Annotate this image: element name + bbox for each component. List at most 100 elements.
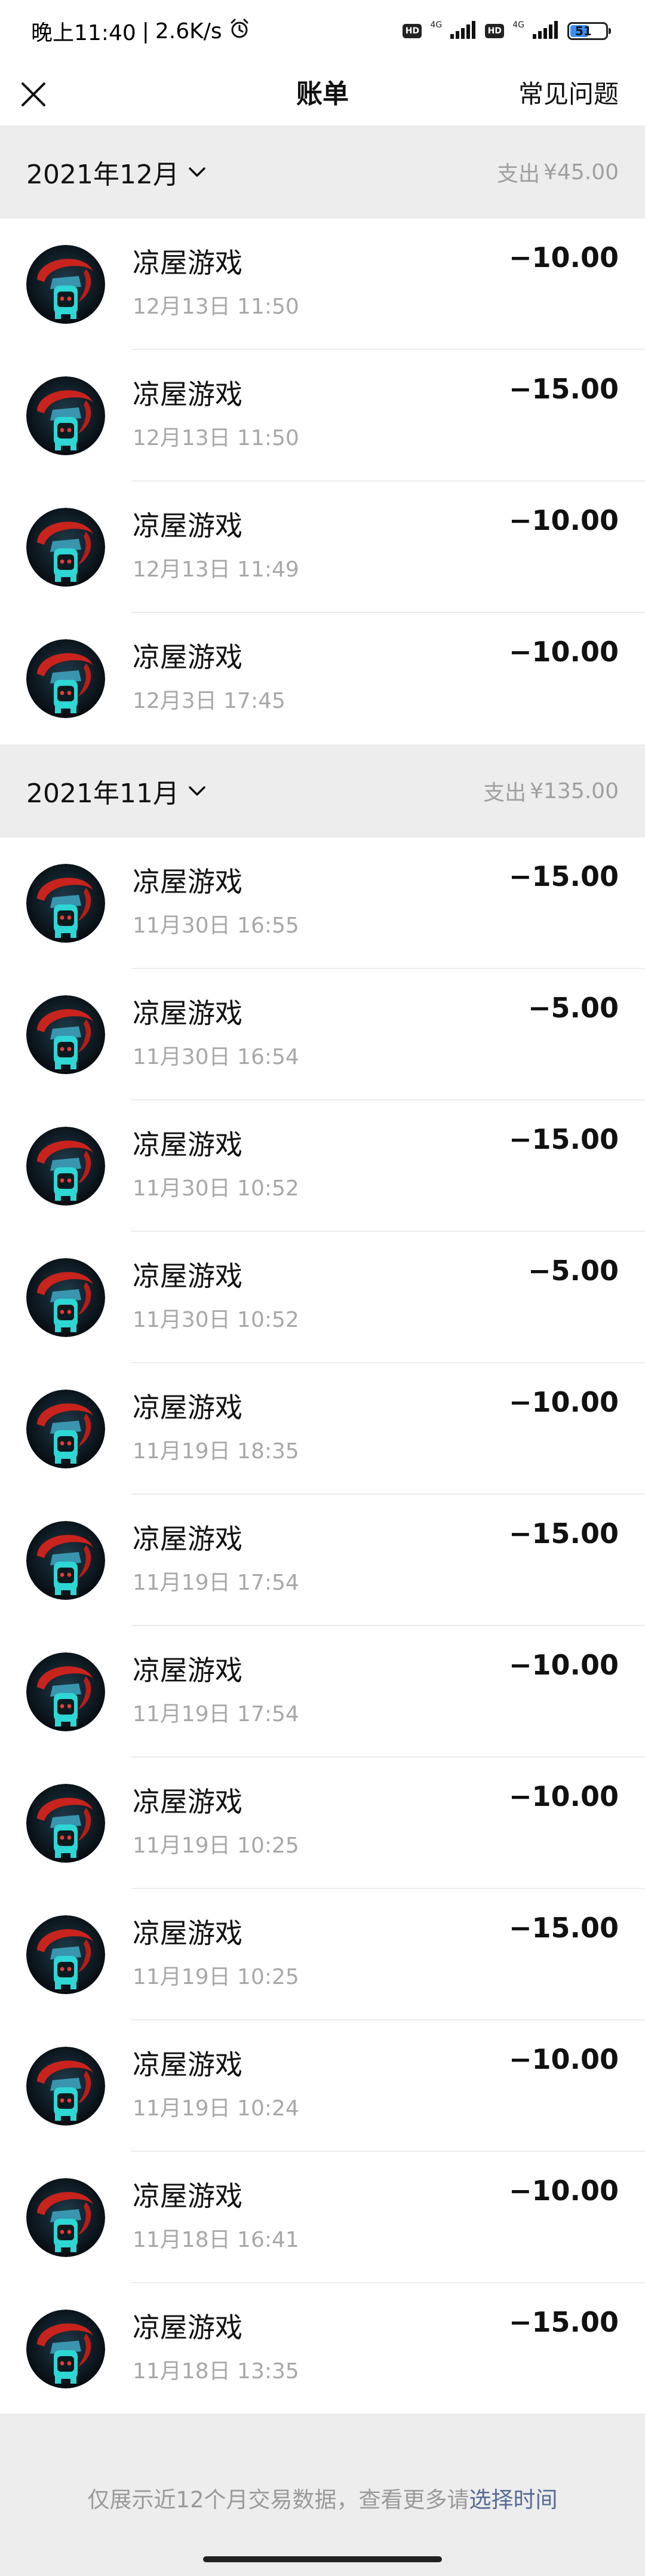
month-selector[interactable]: 2021年12月 xyxy=(26,125,207,219)
transaction-title: 凉屋游戏 xyxy=(133,641,242,673)
merchant-avatar-icon xyxy=(26,1258,105,1337)
transaction-row[interactable]: 凉屋游戏 11月19日 18:35 −10.00 xyxy=(0,1363,645,1495)
transaction-amount: −15.00 xyxy=(508,1123,619,1155)
transaction-time: 11月18日 16:41 xyxy=(133,2228,299,2252)
battery-level: 51 xyxy=(575,24,592,38)
month-selector[interactable]: 2021年11月 xyxy=(26,744,207,838)
status-left: 晚上11:40 | 2.6K/s xyxy=(31,13,251,49)
transaction-time: 11月19日 17:54 xyxy=(133,1571,299,1595)
hd-badge-2: HD xyxy=(485,24,505,38)
merchant-avatar-icon xyxy=(26,508,105,587)
footer-note: 仅展示近12个月交易数据，查看更多请选择时间 xyxy=(0,2482,645,2514)
transaction-time: 11月18日 13:35 xyxy=(133,2359,299,2384)
transaction-row[interactable]: 凉屋游戏 12月13日 11:50 −10.00 xyxy=(0,219,645,350)
network-speed: 2.6K/s xyxy=(155,19,222,44)
month-total-amount: ¥45.00 xyxy=(543,160,619,185)
merchant-avatar-icon xyxy=(26,1127,105,1206)
transaction-time: 11月30日 16:54 xyxy=(133,1045,299,1069)
transaction-amount: −15.00 xyxy=(508,373,619,405)
transaction-title: 凉屋游戏 xyxy=(133,1523,242,1555)
merchant-avatar-icon xyxy=(26,2178,105,2257)
transaction-time: 11月19日 10:25 xyxy=(133,1965,299,1989)
month-total-prefix: 支出 xyxy=(497,162,540,186)
transaction-amount: −10.00 xyxy=(508,1386,619,1418)
transaction-time: 12月13日 11:50 xyxy=(133,426,299,450)
merchant-avatar-icon xyxy=(26,245,105,324)
transaction-amount: −15.00 xyxy=(508,1912,619,1944)
transaction-row[interactable]: 凉屋游戏 11月19日 10:25 −15.00 xyxy=(0,1889,645,2020)
transaction-amount: −10.00 xyxy=(508,241,619,274)
transaction-title: 凉屋游戏 xyxy=(133,1917,242,1949)
footer-note-text: 仅展示近12个月交易数据，查看更多请 xyxy=(87,2487,469,2513)
transaction-title: 凉屋游戏 xyxy=(133,378,242,410)
signal-icon xyxy=(450,21,477,41)
transaction-time: 11月19日 18:35 xyxy=(133,1439,299,1464)
transaction-amount: −15.00 xyxy=(508,2306,619,2338)
transaction-row[interactable]: 凉屋游戏 12月13日 11:50 −15.00 xyxy=(0,350,645,482)
month-label: 2021年12月 xyxy=(26,160,179,190)
transaction-amount: −15.00 xyxy=(508,1517,619,1550)
transaction-row[interactable]: 凉屋游戏 11月30日 10:52 −15.00 xyxy=(0,1100,645,1232)
transaction-time: 11月19日 17:54 xyxy=(133,1702,299,1726)
transaction-row[interactable]: 凉屋游戏 11月18日 16:41 −10.00 xyxy=(0,2152,645,2283)
transaction-amount: −10.00 xyxy=(508,2175,619,2207)
transaction-row[interactable]: 凉屋游戏 11月19日 10:24 −10.00 xyxy=(0,2020,645,2152)
status-time: 晚上11:40 xyxy=(31,21,136,45)
transaction-amount: −5.00 xyxy=(527,992,619,1024)
transaction-time: 12月3日 17:45 xyxy=(133,689,285,713)
transaction-title: 凉屋游戏 xyxy=(133,1260,242,1292)
network-type-2: 4G xyxy=(512,20,524,30)
month-total: 支出 ¥45.00 xyxy=(497,125,619,219)
merchant-avatar-icon xyxy=(26,1390,105,1468)
merchant-avatar-icon xyxy=(26,2047,105,2126)
transaction-amount: −5.00 xyxy=(527,1255,619,1287)
transaction-row[interactable]: 凉屋游戏 11月30日 10:52 −5.00 xyxy=(0,1232,645,1363)
network-type: 4G xyxy=(430,20,443,30)
transaction-row[interactable]: 凉屋游戏 11月30日 16:54 −5.00 xyxy=(0,969,645,1100)
transaction-row[interactable]: 凉屋游戏 11月19日 10:25 −10.00 xyxy=(0,1758,645,1889)
home-indicator[interactable] xyxy=(203,2556,442,2562)
month-label: 2021年11月 xyxy=(26,778,179,809)
transaction-time: 12月13日 11:50 xyxy=(133,295,299,319)
transaction-amount: −10.00 xyxy=(508,1780,619,1813)
transaction-row[interactable]: 凉屋游戏 12月13日 11:49 −10.00 xyxy=(0,482,645,613)
transaction-time: 11月30日 10:52 xyxy=(133,1176,299,1201)
merchant-avatar-icon xyxy=(26,2310,105,2388)
transaction-time: 11月19日 10:24 xyxy=(133,2096,299,2121)
merchant-avatar-icon xyxy=(26,1652,105,1731)
transaction-title: 凉屋游戏 xyxy=(133,1786,242,1818)
chevron-down-icon xyxy=(189,786,205,796)
chevron-down-icon xyxy=(189,167,205,177)
alarm-icon xyxy=(228,17,251,45)
month-total: 支出 ¥135.00 xyxy=(483,744,619,838)
transaction-title: 凉屋游戏 xyxy=(133,247,242,279)
transaction-amount: −15.00 xyxy=(508,860,619,893)
merchant-avatar-icon xyxy=(26,1915,105,1994)
merchant-avatar-icon xyxy=(26,639,105,718)
signal-icon-2 xyxy=(533,21,559,41)
transaction-title: 凉屋游戏 xyxy=(133,2180,242,2212)
faq-button[interactable]: 常见问题 xyxy=(518,63,619,125)
transaction-amount: −10.00 xyxy=(508,2043,619,2075)
merchant-avatar-icon xyxy=(26,1521,105,1600)
transaction-row[interactable]: 凉屋游戏 11月18日 13:35 −15.00 xyxy=(0,2283,645,2415)
transaction-title: 凉屋游戏 xyxy=(133,997,242,1029)
transaction-amount: −10.00 xyxy=(508,636,619,668)
transaction-row[interactable]: 凉屋游戏 11月30日 16:55 −15.00 xyxy=(0,838,645,969)
transaction-row[interactable]: 凉屋游戏 12月3日 17:45 −10.00 xyxy=(0,613,645,744)
transaction-row[interactable]: 凉屋游戏 11月19日 17:54 −10.00 xyxy=(0,1626,645,1758)
transaction-title: 凉屋游戏 xyxy=(133,1391,242,1424)
transaction-amount: −10.00 xyxy=(508,504,619,536)
month-header: 2021年11月 支出 ¥135.00 xyxy=(0,744,645,838)
select-time-link[interactable]: 选择时间 xyxy=(469,2487,558,2513)
transaction-title: 凉屋游戏 xyxy=(133,1128,242,1161)
merchant-avatar-icon xyxy=(26,864,105,943)
month-total-prefix: 支出 xyxy=(483,781,527,805)
nav-bar: 账单 常见问题 xyxy=(0,63,645,125)
battery-icon: 51 xyxy=(567,22,611,40)
merchant-avatar-icon xyxy=(26,376,105,455)
status-separator: | xyxy=(142,19,149,44)
transaction-row[interactable]: 凉屋游戏 11月19日 17:54 −15.00 xyxy=(0,1495,645,1626)
status-right: HD 4G HD 4G 51 xyxy=(403,16,611,47)
merchant-avatar-icon xyxy=(26,995,105,1074)
